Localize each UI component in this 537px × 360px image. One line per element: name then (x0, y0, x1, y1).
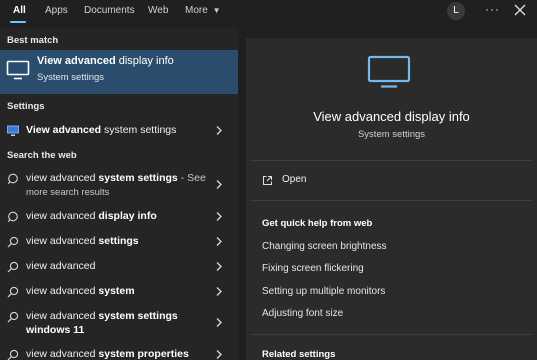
chevron-right-icon (216, 180, 222, 189)
help-link-multiple-monitors[interactable]: Setting up multiple monitors (262, 286, 385, 297)
result-label: view advanced settings (26, 235, 139, 247)
web-result-windows-11[interactable]: view advanced system settings windows 11 (0, 306, 238, 340)
result-label: view advanced display info (26, 210, 157, 222)
result-label: view advanced system (26, 285, 135, 297)
tab-web[interactable]: Web (148, 5, 168, 16)
search-icon (7, 236, 19, 248)
chevron-right-icon (216, 318, 222, 327)
preview-subtitle: System settings (357, 129, 426, 140)
result-label: view advanced system settings (26, 310, 178, 322)
best-match-heading: Best match (7, 35, 59, 46)
chevron-right-icon (216, 287, 222, 296)
tab-documents[interactable]: Documents (84, 5, 135, 16)
search-icon (7, 349, 19, 360)
help-link-font-size[interactable]: Adjusting font size (262, 308, 343, 319)
result-label: view advanced (26, 260, 96, 272)
chevron-right-icon (216, 126, 222, 135)
tab-all[interactable]: All (13, 5, 26, 16)
results-panel: Best match View advanced display info Sy… (0, 28, 238, 360)
monitor-icon (367, 55, 411, 88)
chevron-right-icon (216, 212, 222, 221)
divider (250, 200, 533, 201)
best-match-title: View advanced display info (37, 55, 174, 67)
web-result-properties[interactable]: view advanced system properties (0, 344, 238, 360)
search-icon (7, 261, 19, 273)
open-icon (263, 176, 272, 185)
result-label-line2: windows 11 (26, 324, 85, 336)
web-result-plain[interactable]: view advanced (0, 256, 238, 278)
preview-panel: View advanced display info System settin… (246, 38, 537, 360)
close-icon[interactable] (513, 3, 527, 17)
related-settings-heading: Related settings (262, 349, 336, 360)
web-result-settings[interactable]: view advanced settings (0, 231, 238, 253)
open-label: Open (282, 174, 307, 185)
result-label: view advanced system settings - See (26, 172, 206, 184)
result-label: View advanced system settings (26, 124, 177, 136)
divider (250, 160, 533, 161)
chevron-right-icon (216, 350, 222, 359)
result-sublabel: more search results (26, 187, 110, 198)
web-search-icon (7, 173, 18, 185)
result-label: view advanced system properties (26, 348, 189, 360)
active-tab-indicator (10, 21, 26, 23)
settings-heading: Settings (7, 101, 45, 112)
quick-help-heading: Get quick help from web (262, 218, 373, 229)
web-result-system[interactable]: view advanced system (0, 281, 238, 303)
system-settings-icon (7, 125, 19, 136)
preview-title: View advanced display info (313, 109, 470, 124)
settings-result-system[interactable]: View advanced system settings (0, 120, 238, 142)
tab-more[interactable]: More ▼ (185, 5, 221, 16)
monitor-icon (6, 60, 30, 80)
search-web-heading: Search the web (7, 150, 77, 161)
divider (250, 334, 533, 335)
help-link-flickering[interactable]: Fixing screen flickering (262, 263, 364, 274)
chevron-right-icon (216, 262, 222, 271)
chevron-right-icon (216, 237, 222, 246)
chevron-down-icon: ▼ (212, 6, 221, 15)
web-search-icon (7, 211, 18, 223)
help-link-brightness[interactable]: Changing screen brightness (262, 241, 387, 252)
search-icon (7, 311, 19, 323)
best-match-subtitle: System settings (37, 72, 105, 83)
web-result-display-info[interactable]: view advanced display info (0, 206, 238, 228)
search-tabbar: All Apps Documents Web More ▼ L ··· (0, 0, 537, 24)
search-icon (7, 286, 19, 298)
more-options-icon[interactable]: ··· (485, 2, 500, 16)
best-match-result[interactable]: View advanced display info System settin… (0, 50, 238, 94)
web-result-see-more[interactable]: view advanced system settings - See more… (0, 168, 238, 202)
avatar[interactable]: L (447, 2, 465, 20)
tab-more-label: More (185, 5, 208, 16)
tab-apps[interactable]: Apps (45, 5, 68, 16)
